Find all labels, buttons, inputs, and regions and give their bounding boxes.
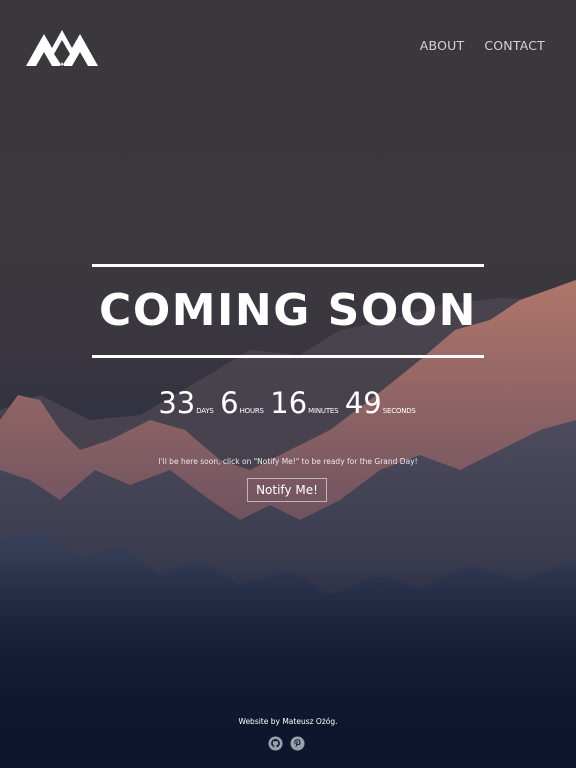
- nav-contact-link[interactable]: CONTACT: [484, 38, 545, 53]
- mountain-background: [0, 280, 576, 768]
- pinterest-icon[interactable]: [290, 736, 305, 751]
- countdown-minutes-value: 16: [270, 386, 308, 420]
- social-links: [268, 736, 305, 751]
- countdown-hours-value: 6: [220, 386, 239, 420]
- hero-block: COMING SOON: [92, 264, 484, 358]
- countdown-hours-unit: HOURS: [239, 407, 264, 415]
- countdown-minutes-unit: MINUTES: [308, 407, 339, 415]
- notify-me-button[interactable]: Notify Me!: [247, 478, 327, 502]
- countdown-seconds-unit: SECONDS: [382, 407, 416, 415]
- mountain-logo-icon[interactable]: [26, 24, 98, 66]
- notify-message: I'll be here soon, click on "Notify Me!"…: [158, 457, 418, 466]
- countdown-timer: 33DAYS 6HOURS 16MINUTES 49SECONDS: [0, 386, 576, 420]
- countdown-days-value: 33: [158, 386, 196, 420]
- github-icon[interactable]: [268, 736, 283, 751]
- bottom-divider: [92, 355, 484, 358]
- nav-about-link[interactable]: ABOUT: [420, 38, 465, 53]
- main-nav: ABOUT CONTACT: [420, 38, 545, 53]
- countdown-days-unit: DAYS: [196, 407, 214, 415]
- countdown-seconds-value: 49: [344, 386, 382, 420]
- footer-credit: Website by Mateusz Ożóg.: [238, 717, 338, 726]
- site-header: ABOUT CONTACT: [0, 0, 576, 90]
- coming-soon-page: ABOUT CONTACT COMING SOON 33DAYS 6HOURS …: [0, 0, 576, 768]
- page-title: COMING SOON: [99, 285, 477, 336]
